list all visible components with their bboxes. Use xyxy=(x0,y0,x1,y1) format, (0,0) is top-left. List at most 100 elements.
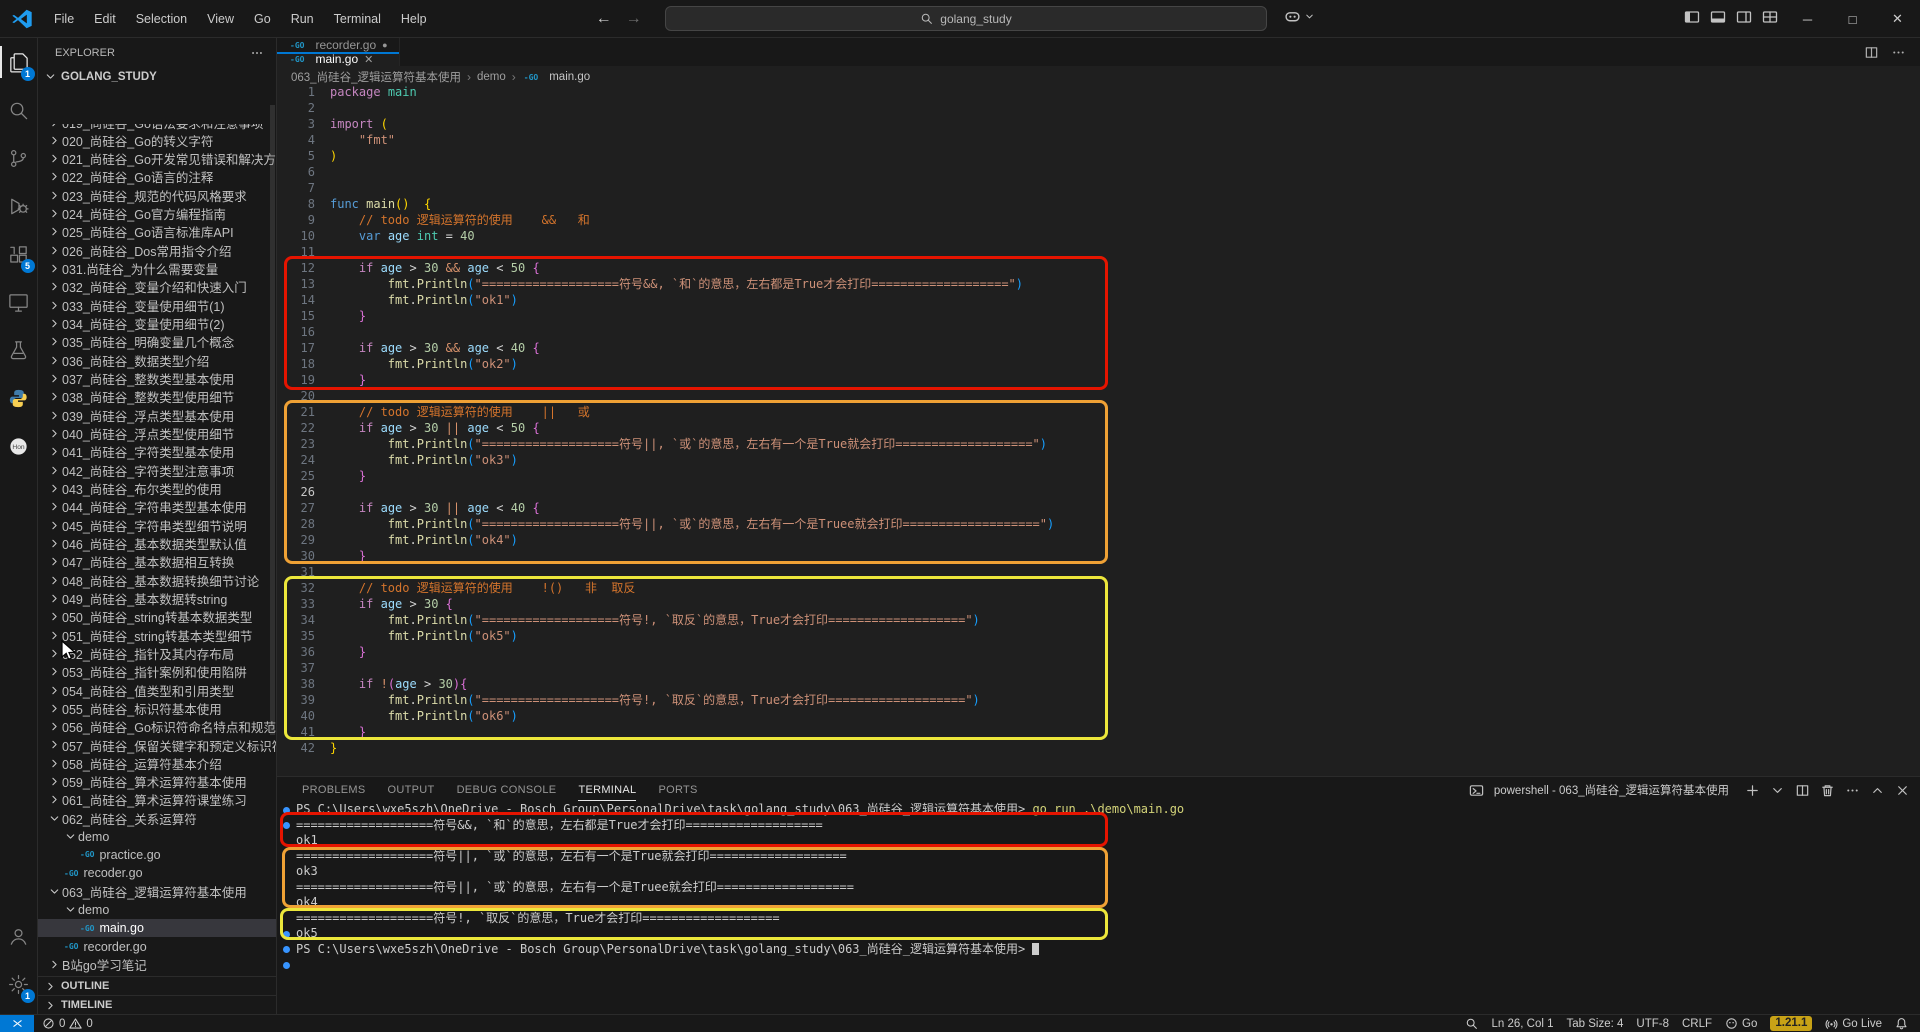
tree-item-file[interactable]: -GO recoder.go xyxy=(38,864,276,882)
split-icon[interactable] xyxy=(1795,783,1810,798)
tree-item-file[interactable]: -GO practice.go xyxy=(38,846,276,864)
tree-item-folder[interactable]: 022_尚硅谷_Go语言的注释 xyxy=(38,168,276,186)
chevron-up-icon[interactable] xyxy=(1870,783,1885,798)
tree-item-folder[interactable]: 037_尚硅谷_整数类型基本使用 xyxy=(38,369,276,387)
tree-item-folder[interactable]: 046_尚硅谷_基本数据类型默认值 xyxy=(38,534,276,552)
status-magnifier-icon[interactable] xyxy=(1465,1017,1478,1030)
chevron-down-icon[interactable] xyxy=(1770,783,1785,798)
tree-item-folder[interactable]: 041_尚硅谷_字符类型基本使用 xyxy=(38,443,276,461)
status-bell-icon[interactable] xyxy=(1895,1017,1908,1030)
status-1.21.1[interactable]: 1.21.1 xyxy=(1770,1016,1813,1031)
tree-item-file[interactable]: -GO main.go xyxy=(38,919,276,938)
minimize-button[interactable]: ─ xyxy=(1785,0,1830,38)
activity-remote-explorer-icon[interactable] xyxy=(0,278,38,326)
forward-arrow-icon[interactable]: → xyxy=(626,10,642,28)
tree-item-folder[interactable]: 020_尚硅谷_Go的转义字符 xyxy=(38,131,276,149)
tree-item-folder[interactable]: 045_尚硅谷_字符串类型细节说明 xyxy=(38,516,276,534)
trash-icon[interactable] xyxy=(1820,783,1835,798)
status-0[interactable]: 0 xyxy=(42,1017,65,1030)
tree-item-folder[interactable]: 063_尚硅谷_逻辑运算符基本使用 xyxy=(38,882,276,900)
tree-item-folder[interactable]: 035_尚硅谷_明确变量几个概念 xyxy=(38,333,276,351)
status-ln-26-col-1[interactable]: Ln 26, Col 1 xyxy=(1491,1018,1553,1030)
breadcrumb-folder[interactable]: 063_尚硅谷_逻辑运算符基本使用 xyxy=(291,69,461,85)
command-center-search[interactable]: golang_study xyxy=(665,6,1267,31)
close-tab-icon[interactable]: ✕ xyxy=(364,53,373,66)
layout-sidebar-right-icon[interactable] xyxy=(1736,9,1752,25)
tree-item-folder[interactable]: 036_尚硅谷_数据类型介绍 xyxy=(38,351,276,369)
status-0[interactable]: 0 xyxy=(69,1017,93,1030)
menu-go[interactable]: Go xyxy=(245,8,280,30)
tree-item-folder[interactable]: 054_尚硅谷_值类型和引用类型 xyxy=(38,681,276,699)
tree-item-folder[interactable]: 024_尚硅谷_Go官方编程指南 xyxy=(38,204,276,222)
more-actions-icon[interactable] xyxy=(250,46,264,60)
menu-view[interactable]: View xyxy=(198,8,243,30)
tree-item-folder[interactable]: demo xyxy=(38,827,276,845)
activity-search-icon[interactable] xyxy=(0,86,38,134)
activity-extensions-icon[interactable]: 5 xyxy=(0,230,38,278)
activity-account-icon[interactable] xyxy=(0,912,38,960)
tree-item-folder[interactable]: 062_尚硅谷_关系运算符 xyxy=(38,809,276,827)
menu-file[interactable]: File xyxy=(45,8,83,30)
tree-item-folder[interactable]: 055_尚硅谷_标识符基本使用 xyxy=(38,699,276,717)
more-icon[interactable] xyxy=(1845,783,1860,798)
tree-item-folder[interactable]: 053_尚硅谷_指针案例和使用陷阱 xyxy=(38,663,276,681)
activity-files-icon[interactable]: 1 xyxy=(0,38,38,86)
panel-tab-debug-console[interactable]: DEBUG CONSOLE xyxy=(457,777,557,803)
tree-item-folder[interactable]: demo xyxy=(38,901,276,919)
tab-main.go[interactable]: -GO main.go ✕ xyxy=(277,52,400,66)
tree-item-folder[interactable]: 057_尚硅谷_保留关键字和预定义标识符 xyxy=(38,736,276,754)
status-tab-size-4[interactable]: Tab Size: 4 xyxy=(1567,1018,1624,1030)
tree-item-folder[interactable]: 050_尚硅谷_string转基本数据类型 xyxy=(38,608,276,626)
activity-run-debug-icon[interactable] xyxy=(0,182,38,230)
tree-item-folder[interactable]: 061_尚硅谷_算术运算符课堂练习 xyxy=(38,791,276,809)
workspace-root-row[interactable]: GOLANG_STUDY xyxy=(38,67,276,86)
tree-item-folder[interactable]: 031.尚硅谷_为什么需要变量 xyxy=(38,259,276,277)
menu-edit[interactable]: Edit xyxy=(85,8,125,30)
plus-icon[interactable] xyxy=(1745,783,1760,798)
more-actions-icon[interactable] xyxy=(1891,45,1906,60)
tree-item-folder[interactable]: 049_尚硅谷_基本数据转string xyxy=(38,589,276,607)
breadcrumb-file[interactable]: main.go xyxy=(549,71,590,83)
tree-item-folder[interactable]: 033_尚硅谷_变量使用细节(1) xyxy=(38,296,276,314)
status-go[interactable]: Go xyxy=(1725,1017,1757,1030)
panel-tab-terminal[interactable]: TERMINAL xyxy=(578,777,637,803)
tree-item-folder[interactable]: 034_尚硅谷_变量使用细节(2) xyxy=(38,314,276,332)
status-go-live[interactable]: Go Live xyxy=(1825,1017,1882,1030)
layout-panel-icon[interactable] xyxy=(1710,9,1726,25)
tree-item-folder[interactable]: 039_尚硅谷_浮点类型基本使用 xyxy=(38,406,276,424)
tab-recorder.go[interactable]: -GO recorder.go ● xyxy=(277,38,400,52)
activity-source-control-icon[interactable] xyxy=(0,134,38,182)
activity-settings-gear-icon[interactable]: 1 xyxy=(0,960,38,1008)
menu-help[interactable]: Help xyxy=(392,8,436,30)
activity-hon-extension-icon[interactable]: Hon xyxy=(0,422,38,470)
tree-item-folder[interactable]: 044_尚硅谷_字符串类型基本使用 xyxy=(38,498,276,516)
tree-item-folder[interactable]: 058_尚硅谷_运算符基本介绍 xyxy=(38,754,276,772)
activity-python-extension-icon[interactable] xyxy=(0,374,38,422)
activity-testing-flask-icon[interactable] xyxy=(0,326,38,374)
remote-indicator[interactable] xyxy=(0,1014,34,1032)
panel-tab-problems[interactable]: PROBLEMS xyxy=(302,777,366,803)
tree-item-folder[interactable]: 025_尚硅谷_Go语言标准库API xyxy=(38,223,276,241)
back-arrow-icon[interactable]: ← xyxy=(596,10,612,28)
close-icon[interactable] xyxy=(1895,783,1910,798)
status-utf-8[interactable]: UTF-8 xyxy=(1636,1018,1669,1030)
tree-item-file[interactable]: -GO recorder.go xyxy=(38,937,276,955)
menu-terminal[interactable]: Terminal xyxy=(325,8,390,30)
panel-tab-ports[interactable]: PORTS xyxy=(658,777,697,803)
tree-item-folder[interactable]: 023_尚硅谷_规范的代码风格要求 xyxy=(38,186,276,204)
maximize-button[interactable]: □ xyxy=(1830,0,1875,38)
tree-item-folder[interactable]: 032_尚硅谷_变量介绍和快速入门 xyxy=(38,278,276,296)
code-editor[interactable]: 1 package main 2 3 import (4 "fmt" 5) 6 7 8 func … xyxy=(277,84,1920,756)
status-crlf[interactable]: CRLF xyxy=(1682,1018,1712,1030)
menu-selection[interactable]: Selection xyxy=(127,8,196,30)
panel-tab-output[interactable]: OUTPUT xyxy=(388,777,435,803)
copilot-button[interactable] xyxy=(1284,8,1315,25)
tree-item-folder[interactable]: 048_尚硅谷_基本数据转换细节讨论 xyxy=(38,571,276,589)
breadcrumb-sub[interactable]: demo xyxy=(477,71,506,83)
terminal-output[interactable]: PS C:\Users\wxe5szh\OneDrive - Bosch Gro… xyxy=(277,802,1920,1015)
split-editor-icon[interactable] xyxy=(1864,45,1879,60)
menu-run[interactable]: Run xyxy=(282,8,323,30)
tree-item-folder[interactable]: 021_尚硅谷_Go开发常见错误和解决方法 xyxy=(38,149,276,167)
terminal-title[interactable]: powershell - 063_尚硅谷_逻辑运算符基本使用 xyxy=(1494,782,1729,798)
layout-sidebar-icon[interactable] xyxy=(1684,9,1700,25)
